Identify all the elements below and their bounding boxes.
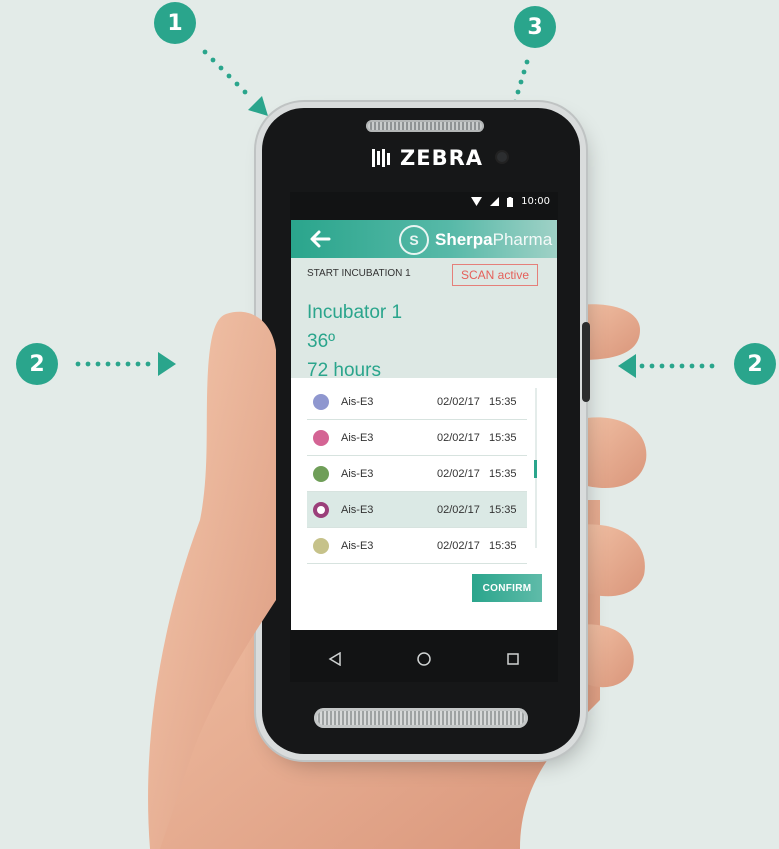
sample-date: 02/02/17 [437,395,480,408]
incubation-header: START INCUBATION 1 SCAN active Incubator… [291,258,557,381]
app-bar: S SherpaPharma [291,220,557,258]
bottom-speaker-grille [314,708,528,728]
sample-row[interactable]: Ais-E3 02/02/17 15:35 [307,492,527,528]
sample-color-dot [313,501,329,518]
sherpa-logo-icon: S [399,225,429,255]
sample-color-dot [313,465,329,482]
sample-list: Ais-E3 02/02/17 15:35 Ais-E3 02/02/17 15:35 Ai… [307,384,527,564]
front-camera [497,152,507,162]
device-brand: ZEBRA [370,146,483,170]
sample-date: 02/02/17 [437,503,480,516]
sample-time: 15:35 [489,539,517,552]
list-scrollbar[interactable] [534,388,537,548]
wifi-icon [471,197,483,206]
back-arrow-icon[interactable] [309,228,331,250]
android-nav-bar [290,636,558,682]
logo-bold-text: Sherpa [435,230,493,249]
sample-row[interactable]: Ais-E3 02/02/17 15:35 [307,528,527,564]
sample-name: Ais-E3 [341,539,374,552]
sherpa-pharma-app: S SherpaPharma START INCUBATION 1 SCAN a… [291,220,557,630]
sample-time: 15:35 [489,395,517,408]
status-time: 10:00 [521,196,550,207]
app-logo: S SherpaPharma [399,225,552,255]
incubator-details: Incubator 1 36º 72 hours [307,298,402,385]
home-nav-icon[interactable] [409,644,439,674]
zebra-logo-icon [372,149,390,167]
scan-active-button[interactable]: SCAN active [452,264,538,286]
sample-row[interactable]: Ais-E3 02/02/17 15:35 [307,456,527,492]
sample-color-dot [313,429,329,446]
sample-time: 15:35 [489,503,517,516]
incubator-name: Incubator 1 [307,302,403,323]
sample-name: Ais-E3 [341,395,374,408]
battery-icon [507,196,514,207]
signal-icon [490,197,500,206]
back-nav-icon[interactable] [320,644,350,674]
sample-name: Ais-E3 [341,467,374,480]
sample-color-dot [313,393,329,410]
brand-text: ZEBRA [400,146,484,170]
status-bar: 10:00 [471,196,550,207]
sample-date: 02/02/17 [437,467,480,480]
recents-nav-icon[interactable] [498,644,528,674]
sample-name: Ais-E3 [341,431,374,444]
task-title: START INCUBATION 1 [307,268,411,279]
sample-time: 15:35 [489,467,517,480]
sample-row[interactable]: Ais-E3 02/02/17 15:35 [307,420,527,456]
scroll-thumb[interactable] [534,460,537,478]
zebra-device: ZEBRA 10:00 S SherpaPharma START INCUBAT… [252,108,590,754]
confirm-button[interactable]: CONFIRM [472,574,542,602]
sample-time: 15:35 [489,431,517,444]
side-scan-button-left[interactable] [252,322,260,402]
sample-name: Ais-E3 [341,503,374,516]
logo-light-text: Pharma [492,230,553,249]
screen: 10:00 S SherpaPharma START INCUBATION 1 … [290,192,558,682]
sample-row[interactable]: Ais-E3 02/02/17 15:35 [307,384,527,420]
incubator-duration: 72 hours [307,360,381,381]
sample-color-dot [313,537,329,554]
sample-date: 02/02/17 [437,539,480,552]
earpiece-grille [366,120,484,132]
sample-date: 02/02/17 [437,431,480,444]
incubator-temperature: 36º [307,331,336,352]
side-scan-button-right[interactable] [582,322,590,402]
